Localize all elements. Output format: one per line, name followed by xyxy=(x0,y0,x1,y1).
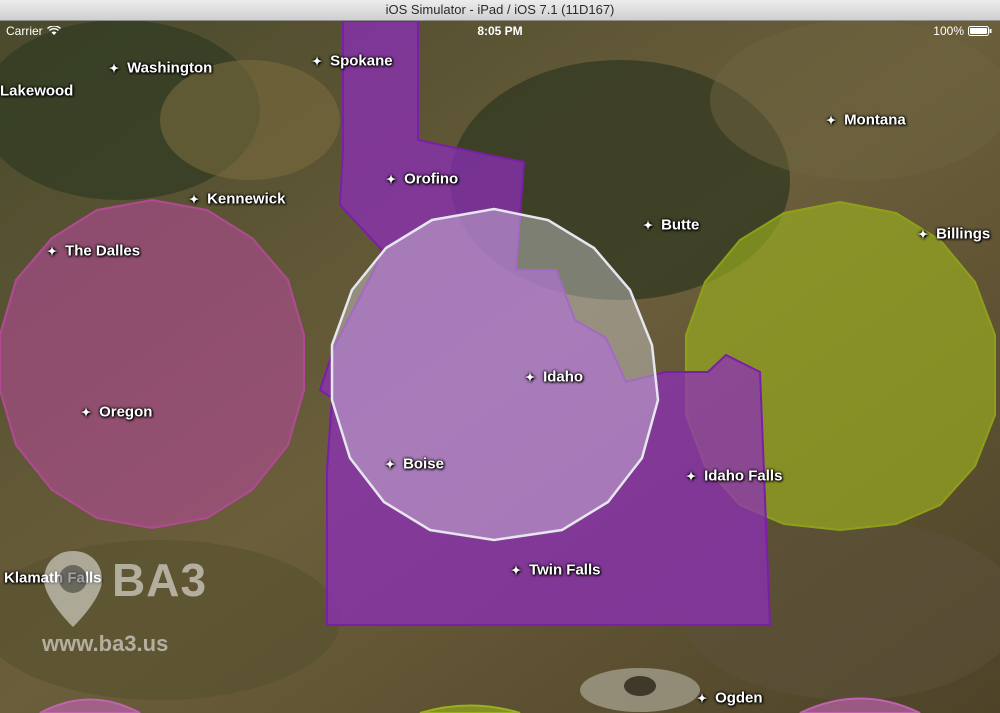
window-titlebar: iOS Simulator - iPad / iOS 7.1 (11D167) xyxy=(0,0,1000,21)
place-label: Oregon xyxy=(99,403,153,421)
place-label: Orofino xyxy=(404,170,459,188)
map-pin-icon xyxy=(44,551,102,627)
star-icon: ✦ xyxy=(81,405,92,419)
star-icon: ✦ xyxy=(312,54,323,68)
place-label: Twin Falls xyxy=(529,561,601,579)
place-label: Montana xyxy=(844,111,906,129)
star-icon: ✦ xyxy=(47,244,58,258)
place-billings[interactable]: ✦ Billings xyxy=(918,226,990,243)
watermark-logo: BA3 www.ba3.us xyxy=(40,547,220,662)
place-orofino[interactable]: ✦ Orofino xyxy=(386,171,458,188)
ios-status-bar: Carrier 8:05 PM 100% xyxy=(0,21,1000,41)
place-label: Idaho Falls xyxy=(704,467,783,485)
star-icon: ✦ xyxy=(189,192,200,206)
star-icon: ✦ xyxy=(697,691,708,705)
star-icon: ✦ xyxy=(109,61,120,75)
place-washington[interactable]: ✦ Washington xyxy=(109,60,212,77)
star-icon: ✦ xyxy=(385,457,396,471)
place-label: Billings xyxy=(936,225,991,243)
place-label: Butte xyxy=(661,216,700,234)
place-label: The Dalles xyxy=(65,242,141,260)
watermark-brand: BA3 xyxy=(112,554,208,606)
place-twin-falls[interactable]: ✦ Twin Falls xyxy=(511,562,600,579)
star-icon: ✦ xyxy=(525,370,536,384)
place-ogden[interactable]: ✦ Ogden xyxy=(697,690,763,707)
place-oregon[interactable]: ✦ Oregon xyxy=(81,404,152,421)
place-idaho-falls[interactable]: ✦ Idaho Falls xyxy=(686,468,782,485)
place-spokane[interactable]: ✦ Spokane xyxy=(312,53,393,70)
place-kennewick[interactable]: ✦ Kennewick xyxy=(189,191,285,208)
place-boise[interactable]: ✦ Boise xyxy=(385,456,444,473)
place-lakewood[interactable]: Lakewood xyxy=(0,83,73,100)
place-label: Spokane xyxy=(330,52,393,70)
star-icon: ✦ xyxy=(643,218,654,232)
terrain-plain-mt xyxy=(710,21,1000,180)
star-icon: ✦ xyxy=(511,563,522,577)
watermark-url: www.ba3.us xyxy=(42,631,169,656)
star-icon: ✦ xyxy=(826,113,837,127)
place-montana[interactable]: ✦ Montana xyxy=(826,112,906,129)
place-butte[interactable]: ✦ Butte xyxy=(643,217,699,234)
place-label: Ogden xyxy=(715,689,763,707)
place-label: Washington xyxy=(127,59,213,77)
place-label: Lakewood xyxy=(0,82,74,100)
place-idaho[interactable]: ✦ Idaho xyxy=(525,369,583,386)
battery-indicator: 100% xyxy=(933,21,992,41)
place-label: Idaho xyxy=(543,368,584,386)
battery-icon xyxy=(968,26,992,36)
oregon-range-circle[interactable] xyxy=(0,198,305,530)
place-label: Kennewick xyxy=(207,190,286,208)
terrain-great-salt-lake xyxy=(624,676,656,696)
status-time: 8:05 PM xyxy=(477,24,523,38)
terrain-plain-wa xyxy=(160,60,340,180)
window-title: iOS Simulator - iPad / iOS 7.1 (11D167) xyxy=(385,2,615,17)
star-icon: ✦ xyxy=(918,227,929,241)
place-the-dalles[interactable]: ✦ The Dalles xyxy=(47,243,140,260)
star-icon: ✦ xyxy=(686,469,697,483)
battery-percent: 100% xyxy=(933,24,964,38)
place-label: Boise xyxy=(403,455,444,473)
star-icon: ✦ xyxy=(386,172,397,186)
